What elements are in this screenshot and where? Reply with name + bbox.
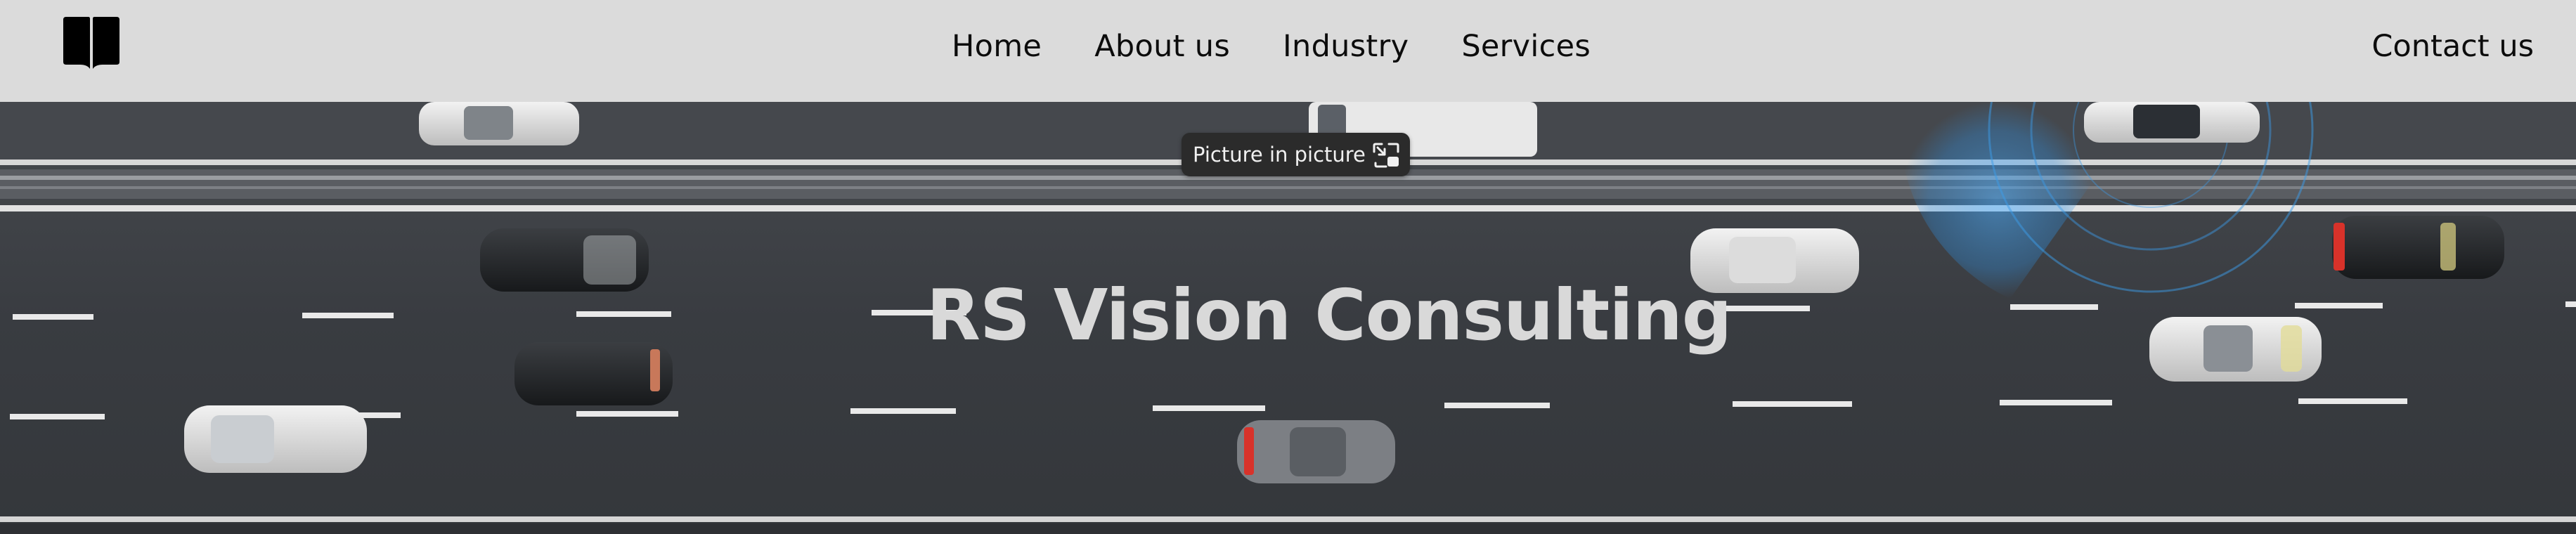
nav-about-us[interactable]: About us (1094, 29, 1230, 64)
picture-in-picture-button[interactable]: Picture in picture (1182, 133, 1410, 176)
nav-services[interactable]: Services (1461, 29, 1591, 64)
nav-contact-us[interactable]: Contact us (2371, 25, 2534, 67)
open-book-icon[interactable] (59, 17, 124, 69)
pip-label: Picture in picture (1193, 143, 1366, 167)
top-navbar: Home About us Industry Services Contact … (0, 0, 2576, 102)
hero-title: RS Vision Consulting (926, 274, 1732, 356)
picture-in-picture-icon (1372, 142, 1400, 169)
hero-banner: RS Vision Consulting Picture in picture (0, 102, 2576, 534)
nav-home[interactable]: Home (952, 29, 1042, 64)
main-nav: Home About us Industry Services (952, 25, 1591, 67)
nav-industry[interactable]: Industry (1283, 29, 1409, 64)
